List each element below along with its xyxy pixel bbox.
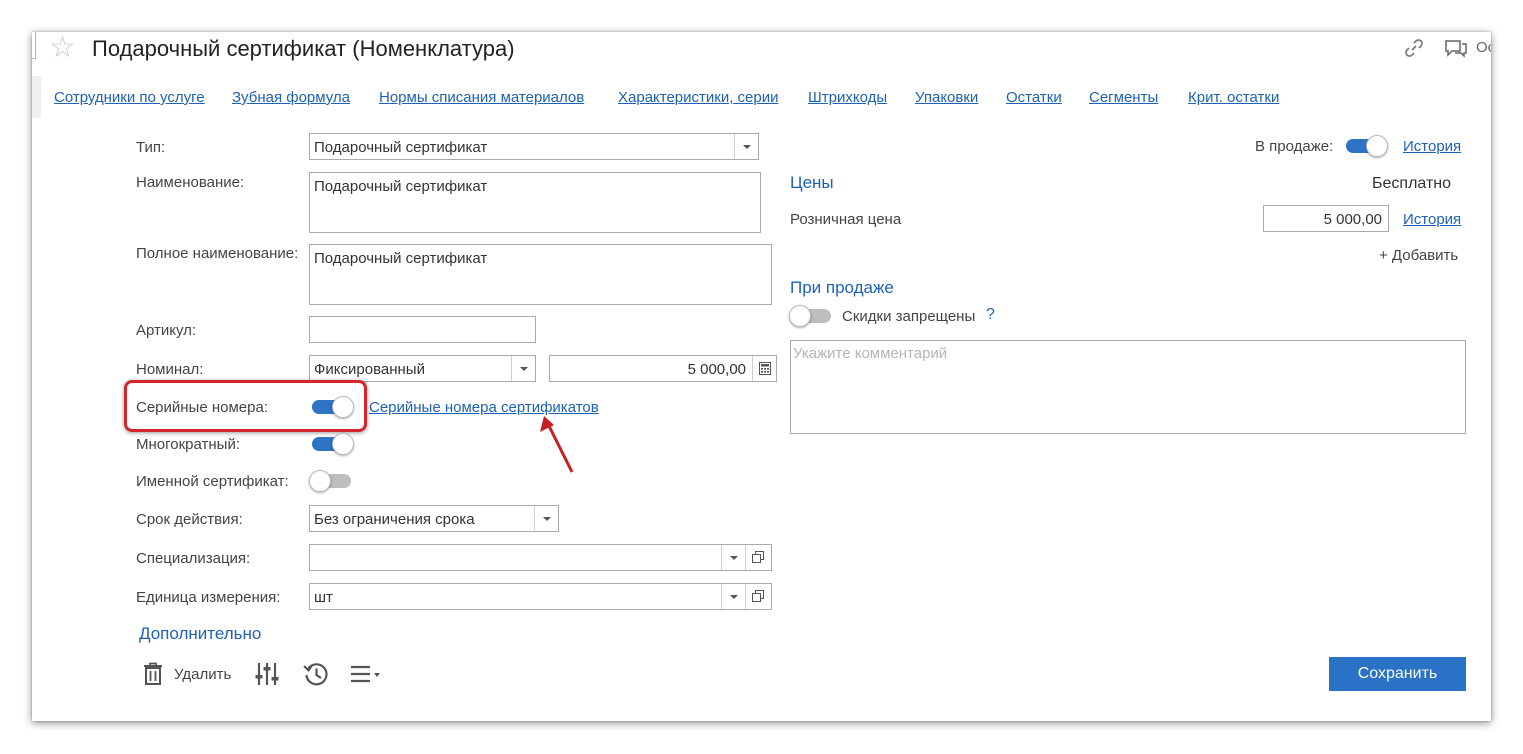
type-value: Подарочный сертификат [314,139,488,156]
specialization-select[interactable] [309,544,772,571]
unit-label: Единица измерения: [136,589,281,606]
history-icon [303,663,328,686]
help-icon[interactable]: ? [986,306,995,324]
specialization-label: Специализация: [136,550,251,567]
nominal-mode-select[interactable]: Фиксированный [309,355,536,382]
retail-price-value: 5 000,00 [1323,211,1382,228]
comment-textarea[interactable]: Укажите комментарий [790,340,1466,434]
settings-sliders-button[interactable] [254,660,280,690]
nav-link-dental-formula[interactable]: Зубная формула [232,89,350,106]
menu-icon [351,665,380,683]
name-field[interactable]: Подарочный сертификат [309,172,761,233]
arrow-annotation-icon [540,416,574,473]
on-sale-label: В продаже: [1255,138,1334,155]
nominal-mode-value: Фиксированный [314,361,425,378]
chevron-down-icon[interactable] [721,545,745,570]
chevron-down-icon[interactable] [534,506,558,531]
full-name-value: Подарочный сертификат [314,250,488,267]
nominal-amount-value: 5 000,00 [687,361,746,378]
nav-link-stock[interactable]: Остатки [1006,89,1062,106]
full-name-field[interactable]: Подарочный сертификат [309,244,772,305]
page-title: Подарочный сертификат (Номенклатура) [92,36,515,61]
sliders-icon [255,663,279,685]
form-window: ☆ Подарочный сертификат (Номенклатура) О… [32,32,1491,721]
discounts-toggle[interactable] [789,305,833,327]
named-toggle[interactable] [309,470,353,492]
history-link[interactable]: История [1403,138,1461,155]
trash-icon [144,662,162,685]
link-icon[interactable] [1403,37,1425,63]
multiple-label: Многократный: [136,436,241,453]
validity-label: Срок действия: [136,511,243,528]
validity-select[interactable]: Без ограничения срока [309,505,559,532]
nav-side-bar [32,76,41,118]
nav-link-characteristics[interactable]: Характеристики, серии [618,89,779,106]
save-button[interactable]: Сохранить [1329,657,1466,691]
more-section-link[interactable]: Дополнительно [139,624,261,644]
delete-label: Удалить [174,666,232,683]
retail-price-label: Розничная цена [790,211,902,228]
name-value: Подарочный сертификат [314,178,488,195]
nominal-amount-input[interactable]: 5 000,00 [549,355,777,382]
nav-link-segments[interactable]: Сегменты [1089,89,1158,106]
window-edge [32,32,36,59]
comments-icon[interactable] [1443,37,1469,63]
delete-button[interactable]: Удалить [142,660,242,690]
calculator-icon[interactable] [752,356,776,381]
article-label: Артикул: [136,322,197,339]
open-icon[interactable] [745,584,771,609]
comment-placeholder: Укажите комментарий [793,345,948,362]
nav-link-material-norms[interactable]: Нормы списания материалов [379,89,584,106]
nav-link-staff[interactable]: Сотрудники по услуге [54,89,205,106]
type-select[interactable]: Подарочный сертификат [309,133,759,160]
retail-price-input[interactable]: 5 000,00 [1263,205,1389,232]
star-icon[interactable]: ☆ [49,32,76,64]
chevron-down-icon[interactable] [511,356,535,381]
on-sale-section-title: При продаже [790,278,894,297]
nav-link-barcodes[interactable]: Штрихкоды [808,89,887,106]
retail-history-link[interactable]: История [1403,211,1461,228]
discounts-label: Скидки запрещены [842,308,976,325]
full-name-label: Полное наименование: [136,245,299,262]
nav-link-critical-stock[interactable]: Крит. остатки [1188,89,1279,106]
named-label: Именной сертификат: [136,473,289,490]
history-button[interactable] [302,660,330,690]
on-sale-toggle[interactable] [1344,135,1388,157]
cut-menu-label[interactable]: Ос [1476,39,1491,56]
prices-title: Цены [790,173,834,192]
article-input[interactable] [309,316,536,343]
unit-value: шт [314,589,333,606]
highlight-frame [124,380,367,432]
free-label: Бесплатно [1372,175,1452,192]
multiple-toggle[interactable] [310,433,354,455]
chevron-down-icon[interactable] [721,584,745,609]
add-price-button[interactable]: + Добавить [1379,247,1458,264]
type-label: Тип: [136,139,166,156]
open-icon[interactable] [745,545,771,570]
nav-link-packages[interactable]: Упаковки [915,89,978,106]
validity-value: Без ограничения срока [314,511,475,528]
nominal-label: Номинал: [136,361,204,378]
chevron-down-icon[interactable] [734,134,758,159]
more-menu-button[interactable] [349,660,383,690]
unit-select[interactable]: шт [309,583,772,610]
name-label: Наименование: [136,174,245,191]
